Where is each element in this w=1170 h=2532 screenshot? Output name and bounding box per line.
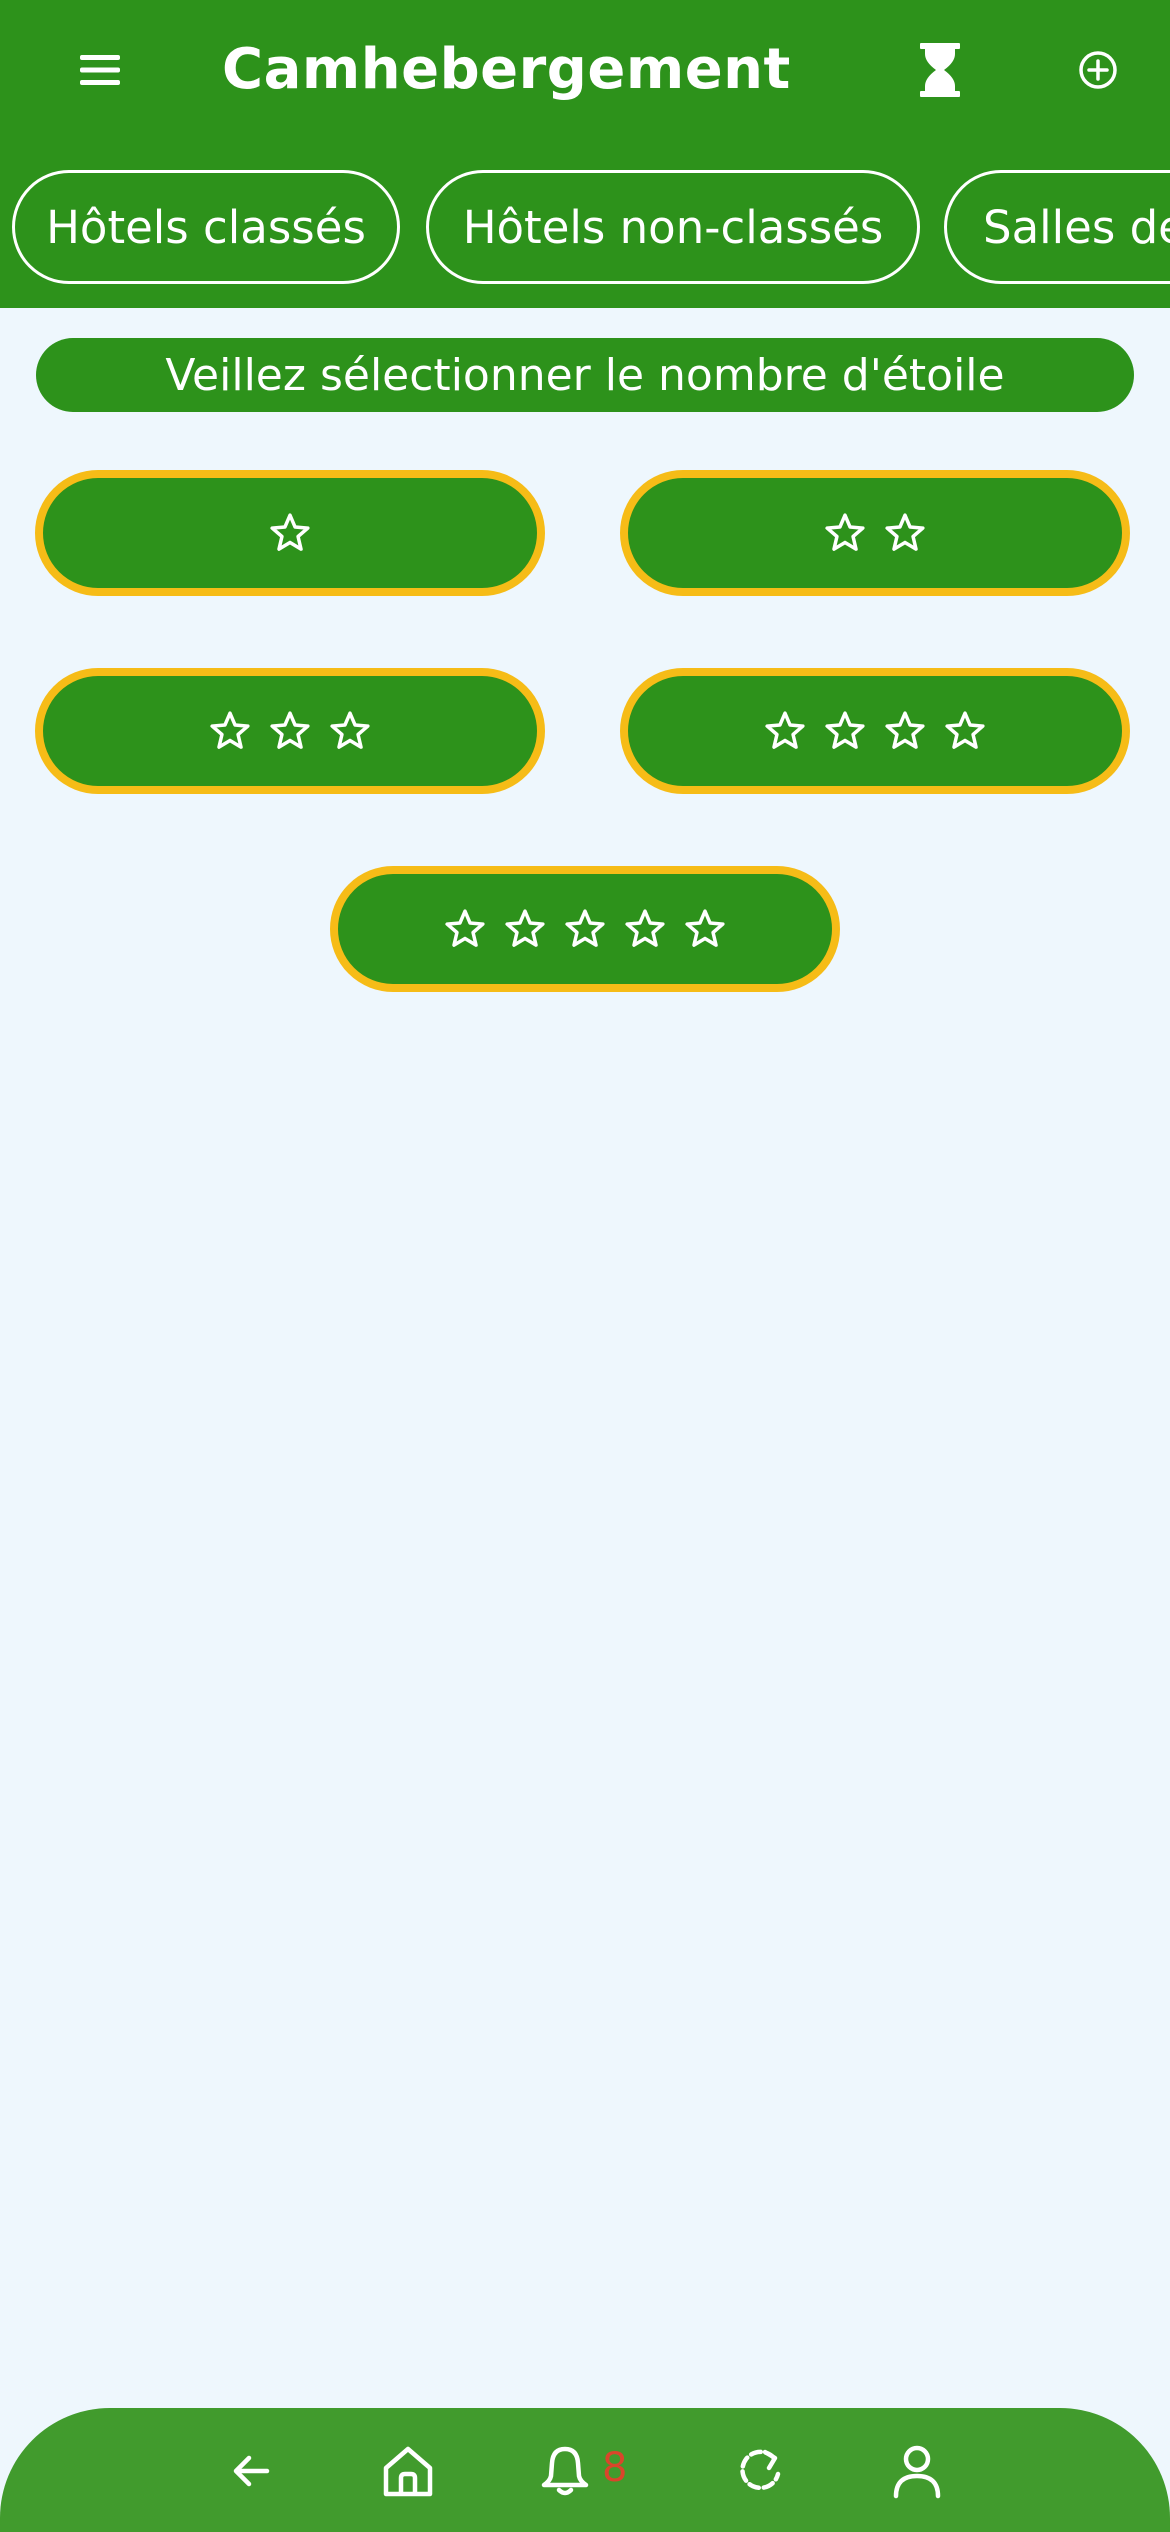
star-outline-icon — [885, 513, 925, 551]
top-app-bar: Camhebergement — [0, 0, 1170, 140]
star-outline-icon — [330, 711, 370, 749]
header: Camhebergement Hôtels classés Hôtels non… — [0, 0, 1170, 308]
notifications-button[interactable] — [530, 2436, 600, 2506]
star-outline-icon — [945, 711, 985, 749]
hourglass-icon — [920, 43, 960, 97]
three-star-button[interactable] — [35, 668, 545, 794]
app-screen: Camhebergement Hôtels classés Hôtels non… — [0, 0, 1170, 2532]
hourglass-button[interactable] — [900, 30, 980, 110]
add-button[interactable] — [1058, 30, 1138, 110]
two-star-button[interactable] — [620, 470, 1130, 596]
star-outline-icon — [765, 711, 805, 749]
menu-button[interactable] — [60, 30, 140, 110]
star-outline-icon — [825, 513, 865, 551]
tab-hotels-classes[interactable]: Hôtels classés — [12, 170, 400, 284]
one-star-button[interactable] — [35, 470, 545, 596]
star-outline-icon — [210, 711, 250, 749]
home-button[interactable] — [373, 2436, 443, 2506]
add-circle-icon — [1079, 51, 1117, 89]
star-outline-icon — [270, 711, 310, 749]
star-outline-icon — [825, 711, 865, 749]
back-button[interactable] — [216, 2436, 286, 2506]
tab-hotels-non-classes[interactable]: Hôtels non-classés — [426, 170, 920, 284]
app-title: Camhebergement — [222, 37, 791, 102]
bell-icon — [541, 2446, 589, 2496]
star-outline-icon — [625, 909, 665, 947]
star-outline-icon — [270, 513, 310, 551]
five-star-button[interactable] — [330, 866, 840, 992]
refresh-icon — [740, 2449, 781, 2491]
star-outline-icon — [565, 909, 605, 947]
category-tabs: Hôtels classés Hôtels non-classés Salles… — [0, 170, 1170, 286]
back-arrow-icon — [233, 2455, 270, 2487]
profile-button[interactable] — [882, 2436, 952, 2506]
star-outline-icon — [445, 909, 485, 947]
star-outline-icon — [505, 909, 545, 947]
instruction-banner: Veillez sélectionner le nombre d'étoile — [36, 338, 1134, 412]
tab-salles[interactable]: Salles de — [944, 170, 1170, 284]
profile-icon — [893, 2445, 941, 2499]
refresh-button[interactable] — [725, 2436, 795, 2506]
star-outline-icon — [685, 909, 725, 947]
four-star-button[interactable] — [620, 668, 1130, 794]
home-icon — [383, 2446, 433, 2497]
bottom-navigation — [0, 2408, 1170, 2532]
notification-count-badge: 8 — [602, 2445, 628, 2491]
menu-icon — [80, 55, 120, 85]
star-outline-icon — [885, 711, 925, 749]
